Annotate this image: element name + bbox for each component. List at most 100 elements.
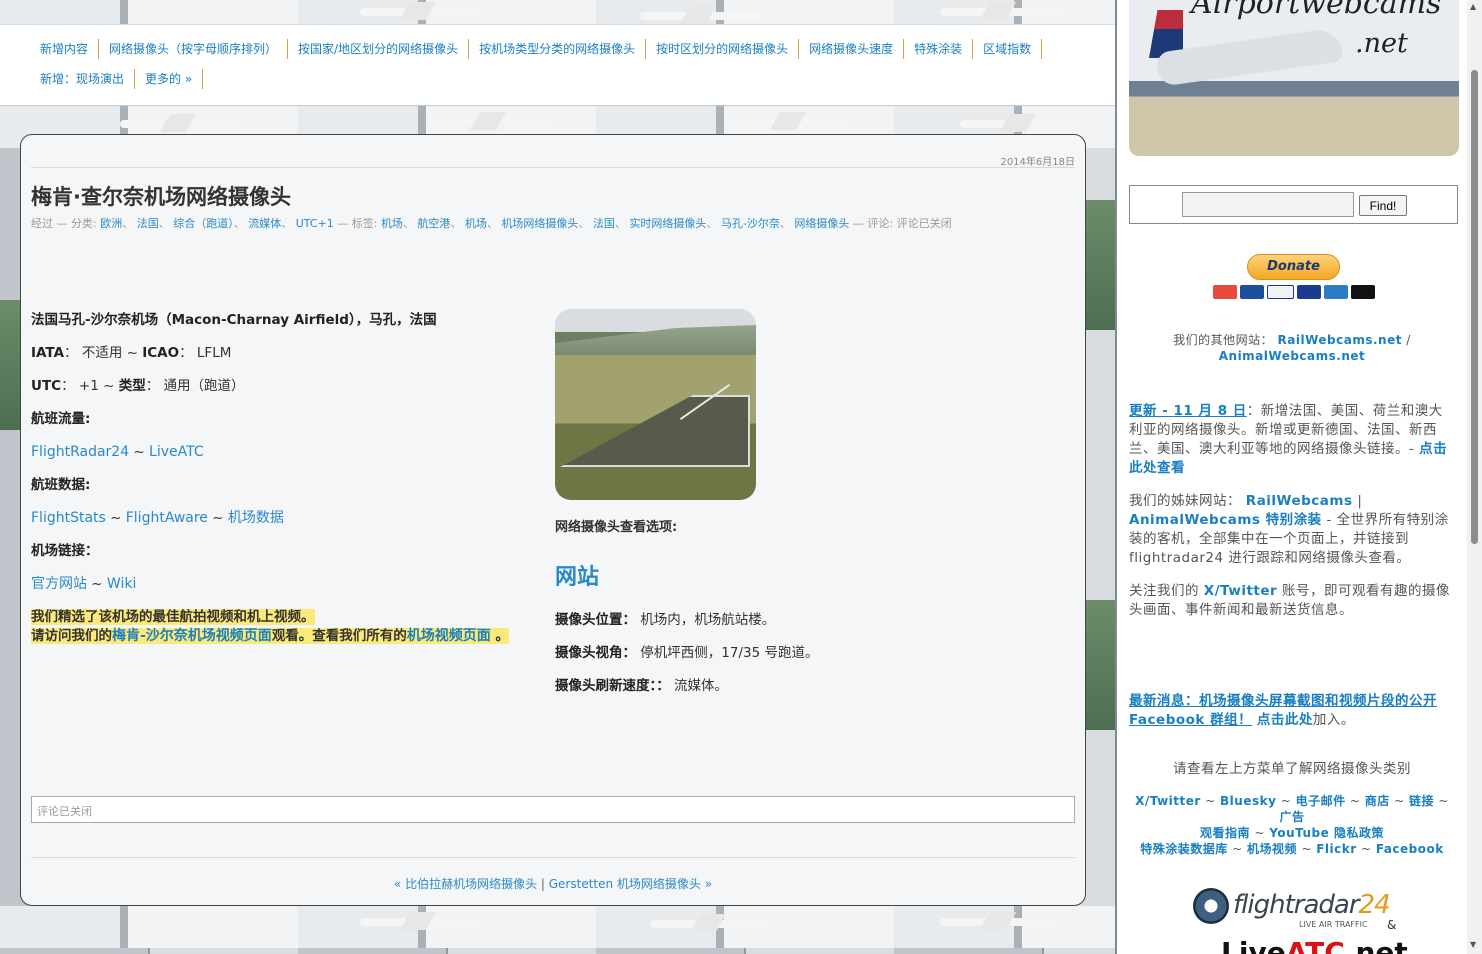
airport-info: 法国马孔-沙尔奈机场（Macon-Charnay Airfield），马孔，法国… [31, 311, 541, 646]
iata-icao-row: IATA： 不适用 ~ ICAO： LFLM [31, 345, 232, 361]
scroll-up-icon[interactable]: ▲ [1470, 2, 1476, 11]
traffic-label: 航班流量: [31, 411, 91, 427]
footer-liveries-db-link[interactable]: 特殊涂装数据库 [1140, 842, 1228, 856]
sister-animalwebcams-link[interactable]: AnimalWebcams 特别涂装 [1129, 512, 1322, 528]
category-link[interactable]: 流媒体 [248, 217, 281, 230]
category-link[interactable]: 综合（跑道） [173, 217, 234, 230]
tag-link[interactable]: 航空港 [417, 217, 450, 230]
tag-link[interactable]: 法国 [593, 217, 615, 230]
post-navigation: « 比伯拉赫机场网络摄像头 | Gerstetten 机场网络摄像头 » [393, 877, 713, 891]
click-here-link[interactable]: 点击此处 [1257, 712, 1313, 728]
railwebcams-link[interactable]: RailWebcams.net [1278, 333, 1402, 347]
footer-youtube-privacy-link[interactable]: YouTube 隐私政策 [1269, 826, 1384, 840]
next-post-link[interactable]: Gerstetten 机场网络摄像头 » [549, 877, 712, 891]
footer-shop-link[interactable]: 商店 [1365, 794, 1390, 808]
logo-text-suffix: .net [1355, 28, 1408, 59]
category-link[interactable]: 法国 [137, 217, 159, 230]
tag-link[interactable]: 机场网络摄像头 [501, 217, 578, 230]
utc-type-row: UTC： +1 ~ 类型： 通用（跑道） [31, 378, 245, 394]
search-input[interactable] [1182, 192, 1354, 217]
donate-button[interactable]: Donate [1247, 254, 1340, 280]
site-logo[interactable]: Airportwebcams .net [1129, 0, 1459, 156]
find-button[interactable]: Find! [1359, 195, 1407, 216]
nav-item-special-liveries[interactable]: 特殊涂装 [904, 39, 974, 59]
footer-facebook-link[interactable]: Facebook [1376, 842, 1444, 856]
website-link[interactable]: 网站 [555, 559, 1055, 591]
post-date: 2014年6月18日 [1000, 157, 1075, 168]
wiki-link[interactable]: Wiki [107, 576, 136, 592]
sidebar: Airportwebcams .net Find! Donate 我们的其他网站… [1115, 0, 1467, 954]
flight-data-links: FlightStats ~ FlightAware ~ 机场数据 [31, 510, 284, 526]
traffic-links: FlightRadar24 ~ LiveATC [31, 444, 204, 460]
tag-link[interactable]: 网络摄像头 [794, 217, 849, 230]
post-meta: 经过 — 分类: 欧洲、 法国、 综合（跑道）、 流媒体、 UTC+1 — 标签… [31, 217, 952, 230]
facebook-news: 最新消息：机场摄像头屏幕截图和视频片段的公开 Facebook 群组！ 点击此处… [1129, 693, 1437, 728]
sister-railwebcams-link[interactable]: RailWebcams [1246, 493, 1353, 509]
meta-by: 经过 — 分类: [31, 217, 97, 230]
payment-cards-icon [1213, 285, 1376, 301]
footer-email-link[interactable]: 电子邮件 [1296, 794, 1346, 808]
scrollbar[interactable]: ▲ ▼ [1467, 0, 1482, 954]
top-navigation: 新增内容 网络摄像头（按字母顺序排列） 按国家/地区划分的网络摄像头 按机场类型… [0, 24, 1115, 106]
nav-item-live-shows[interactable]: 新增：现场演出 [30, 69, 136, 89]
liveatc-link[interactable]: LiveATC [149, 444, 204, 460]
animalwebcams-link[interactable]: AnimalWebcams.net [1219, 349, 1366, 363]
all-videos-link[interactable]: 机场视频页面 [407, 628, 491, 644]
footer-bluesky-link[interactable]: Bluesky [1220, 794, 1276, 808]
scrollbar-thumb[interactable] [1471, 70, 1478, 544]
airport-video-page-link[interactable]: 梅肯-沙尔奈机场视频页面 [112, 628, 272, 644]
footer-ads-link[interactable]: 广告 [1279, 810, 1304, 824]
nav-item-new[interactable]: 新增内容 [30, 39, 100, 59]
nav-item-region-index[interactable]: 区域指数 [973, 39, 1043, 59]
flightaware-link[interactable]: FlightAware [126, 510, 208, 526]
update-link[interactable]: 更新 - 11 月 8 日 [1129, 403, 1247, 419]
previous-post-link[interactable]: « 比伯拉赫机场网络摄像头 [394, 877, 537, 891]
nav-item-by-country[interactable]: 按国家/地区划分的网络摄像头 [288, 39, 470, 59]
airplane-graphic [1155, 27, 1344, 87]
liveatc-logo[interactable]: LiveATC.net [1221, 936, 1408, 954]
flightstats-link[interactable]: FlightStats [31, 510, 106, 526]
nav-item-more[interactable]: 更多的 » [135, 69, 204, 89]
flight-data-label: 航班数据: [31, 477, 91, 493]
other-sites: 我们的其他网站： RailWebcams.net / AnimalWebcams… [1173, 333, 1411, 363]
meta-comments-label: — 评论: [852, 217, 894, 230]
category-link[interactable]: 欧洲 [100, 217, 122, 230]
camera-position: 摄像头位置： 机场内，机场航站楼。 [555, 612, 776, 628]
footer-links: X/Twitter ~ Bluesky ~ 电子邮件 ~ 商店 ~ 链接 ~ 广… [1135, 794, 1449, 856]
page-title: 梅肯·查尔奈机场网络摄像头 [31, 185, 291, 209]
top-menu: 新增内容 网络摄像头（按字母顺序排列） 按国家/地区划分的网络摄像头 按机场类型… [30, 39, 1070, 89]
update-notice: 更新 - 11 月 8 日：新增法国、美国、荷兰和澳大利亚的网络摄像头。新增或更… [1129, 403, 1448, 476]
nav-item-alphabetical[interactable]: 网络摄像头（按字母顺序排列） [99, 39, 289, 59]
video-highlight: 我们精选了该机场的最佳航拍视频和机上视频。 请访问我们的梅肯-沙尔奈机场视频页面… [31, 609, 510, 644]
comments-closed-box: 评论已关闭 [31, 796, 1075, 823]
tag-link[interactable]: 机场 [465, 217, 487, 230]
webcam-panel: 网络摄像头查看选项: 网站 摄像头位置： 机场内，机场航站楼。 摄像头视角： 停… [555, 309, 1055, 694]
nav-item-by-timezone[interactable]: 按时区划分的网络摄像头 [646, 39, 800, 59]
nav-item-by-airport-type[interactable]: 按机场类型分类的网络摄像头 [469, 39, 647, 59]
footer-links-link[interactable]: 链接 [1409, 794, 1434, 808]
scroll-down-icon[interactable]: ▼ [1470, 940, 1476, 949]
logo-text: Airportwebcams [1191, 0, 1442, 21]
twitter-link[interactable]: X/Twitter [1204, 583, 1277, 599]
category-link[interactable]: UTC+1 [296, 217, 334, 230]
footer-twitter-link[interactable]: X/Twitter [1135, 794, 1201, 808]
airport-links: 官方网站 ~ Wiki [31, 576, 137, 592]
airport-data-link[interactable]: 机场数据 [228, 510, 284, 526]
tag-link[interactable]: 机场 [381, 217, 403, 230]
official-site-link[interactable]: 官方网站 [31, 576, 87, 592]
post-card: 2014年6月18日 梅肯·查尔奈机场网络摄像头 经过 — 分类: 欧洲、 法国… [20, 134, 1086, 906]
flightradar24-link[interactable]: FlightRadar24 [31, 444, 129, 460]
sister-sites: 我们的姊妹网站： RailWebcams | AnimalWebcams 特别涂… [1129, 493, 1449, 566]
tag-link[interactable]: 实时网络摄像头 [629, 217, 706, 230]
menu-hint: 请查看左上方菜单了解网络摄像头类别 [1173, 761, 1411, 777]
airport-location: 法国马孔-沙尔奈机场（Macon-Charnay Airfield），马孔，法国 [31, 312, 437, 328]
footer-guide-link[interactable]: 观看指南 [1200, 826, 1250, 840]
search-box: Find! [1129, 185, 1458, 224]
meta-comments-status: 评论已关闭 [896, 217, 952, 230]
webcam-thumbnail[interactable] [555, 309, 756, 500]
footer-flickr-link[interactable]: Flickr [1316, 842, 1356, 856]
nav-item-speed[interactable]: 网络摄像头速度 [799, 39, 905, 59]
tag-link[interactable]: 马孔-沙尔奈 [721, 217, 780, 230]
camera-refresh: 摄像头刷新速度：： 流媒体。 [555, 678, 729, 694]
footer-airport-videos-link[interactable]: 机场视频 [1247, 842, 1297, 856]
